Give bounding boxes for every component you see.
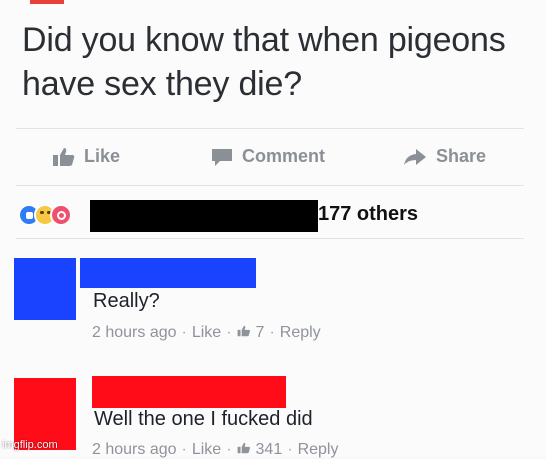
avatar-redacted[interactable]	[14, 258, 76, 320]
comment-like-link[interactable]: Like	[192, 324, 221, 342]
divider	[16, 185, 524, 186]
love-reaction-icon	[50, 204, 72, 226]
commenter-name-redacted[interactable]	[92, 376, 286, 408]
comment-text: Well the one I fucked did	[94, 408, 313, 430]
separator-dot: ·	[287, 441, 293, 458]
comment-time[interactable]: 2 hours ago	[92, 324, 177, 342]
comment-label: Comment	[242, 146, 326, 166]
separator-dot: ·	[226, 324, 232, 341]
comment-meta: 2 hours ago · Like · 7 · Reply	[92, 324, 321, 342]
comment-reply-link[interactable]: Reply	[298, 441, 339, 459]
comment-meta: 2 hours ago · Like · 341 · Reply	[92, 441, 338, 459]
comment-icon	[210, 147, 234, 167]
reactions-others-count: 177 others	[318, 203, 419, 225]
comment-like-count[interactable]: 341	[256, 441, 283, 459]
thumbs-up-icon	[237, 441, 251, 459]
comment-time[interactable]: 2 hours ago	[92, 441, 177, 459]
separator-dot: ·	[181, 441, 187, 458]
thumbs-up-icon	[52, 147, 76, 167]
thumbs-up-icon	[237, 324, 251, 342]
separator-dot: ·	[181, 324, 187, 341]
separator-dot: ·	[269, 324, 275, 341]
share-arrow-icon	[402, 147, 428, 167]
comment-text: Really?	[93, 290, 160, 312]
like-label: Like	[84, 146, 121, 166]
redacted-names	[90, 200, 318, 232]
reactions-summary[interactable]: 177 others	[18, 198, 538, 232]
post-text: Did you know that when pigeons have sex …	[22, 21, 506, 103]
watermark: imgflip.com	[2, 439, 58, 451]
post-actions-bar: Like Comment Share	[0, 140, 546, 176]
top-accent-bar	[30, 0, 64, 4]
share-label: Share	[436, 146, 487, 166]
divider	[16, 128, 524, 129]
divider	[16, 238, 524, 239]
comment-reply-link[interactable]: Reply	[280, 324, 321, 342]
commenter-name-redacted[interactable]	[80, 258, 256, 288]
separator-dot: ·	[226, 441, 232, 458]
like-button[interactable]: Like	[52, 146, 120, 167]
share-button[interactable]: Share	[402, 146, 486, 167]
comment-like-link[interactable]: Like	[192, 441, 221, 459]
post-card: Did you know that when pigeons have sex …	[0, 0, 546, 459]
comment-like-count[interactable]: 7	[256, 324, 265, 342]
comment-button[interactable]: Comment	[210, 146, 325, 167]
